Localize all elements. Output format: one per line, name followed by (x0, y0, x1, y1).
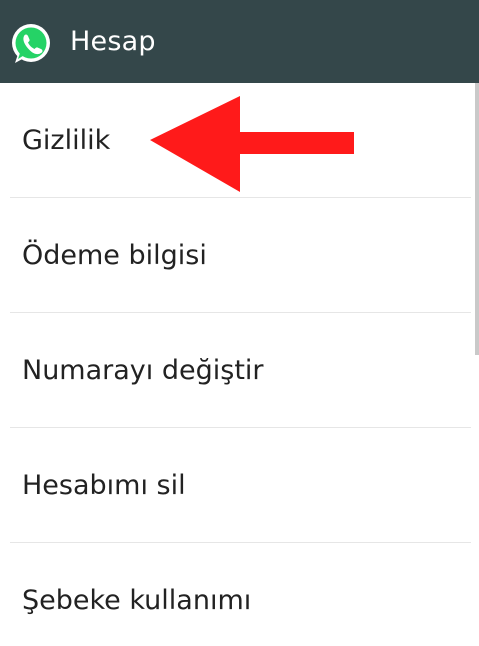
partial-next-item-icon (22, 636, 82, 646)
settings-item-payment-info[interactable]: Ödeme bilgisi (0, 198, 479, 313)
settings-item-change-number[interactable]: Numarayı değiştir (0, 313, 479, 428)
whatsapp-icon[interactable] (6, 19, 56, 69)
settings-item-label: Gizlilik (22, 125, 111, 156)
scrollbar[interactable] (475, 83, 479, 355)
settings-item-network-usage[interactable]: Şebeke kullanımı (0, 543, 479, 646)
settings-item-label: Şebeke kullanımı (22, 585, 252, 616)
settings-item-label: Hesabımı sil (22, 470, 186, 501)
red-arrow-left-icon (150, 96, 356, 192)
settings-item-delete-account[interactable]: Hesabımı sil (0, 428, 479, 543)
action-bar: Hesap (0, 0, 479, 83)
settings-item-label: Numarayı değiştir (22, 355, 264, 386)
account-settings-screen: Hesap Gizlilik Ödeme bilgisi Numarayı de… (0, 0, 479, 646)
page-title: Hesap (70, 26, 156, 57)
settings-item-label: Ödeme bilgisi (22, 240, 207, 271)
